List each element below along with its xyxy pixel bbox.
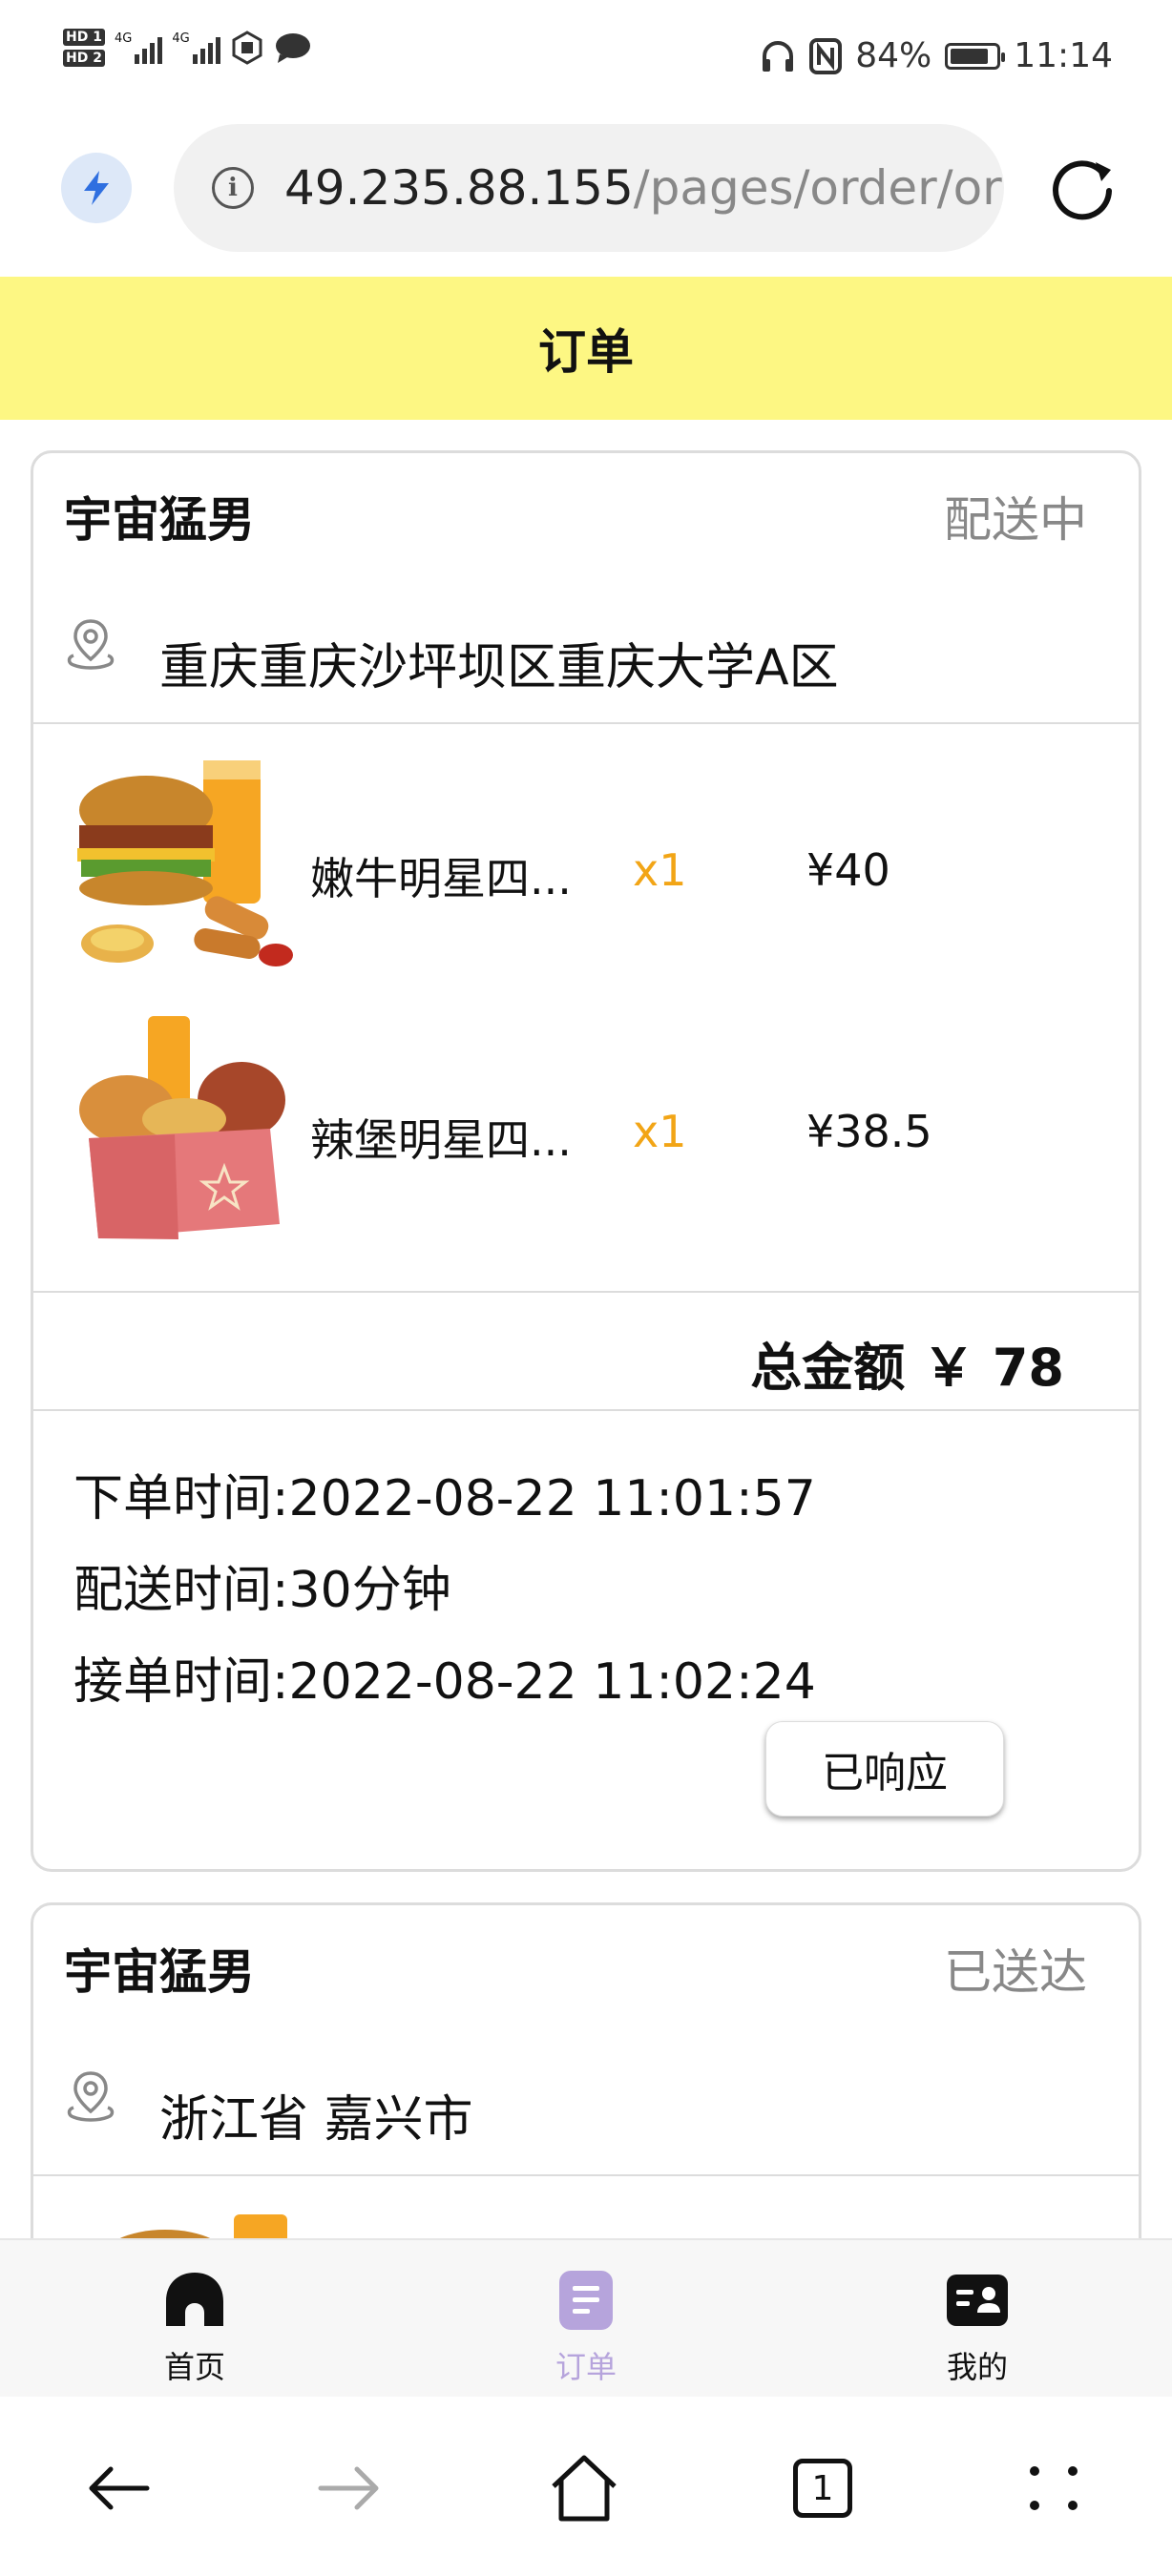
order-status: 配送中 (944, 492, 1087, 548)
order-item: 辣堡明星四... x1 ¥38.5 (33, 986, 1139, 1247)
tab-profile[interactable]: 我的 (901, 2265, 1054, 2387)
tabs-count-icon[interactable]: 1 (785, 2450, 861, 2526)
tab-profile-label: 我的 (946, 2349, 1008, 2385)
location-pin-icon (67, 2071, 115, 2122)
hand-badge-icon (232, 31, 262, 65)
signal-icon: 4G (115, 31, 163, 64)
item-name: 嫩牛明星四... (310, 853, 572, 904)
profile-card-icon (947, 2275, 1008, 2326)
status-bar: HD 1 HD 2 4G 4G 84% 11:14 (0, 0, 1172, 114)
order-total-row: 总金额 ￥ 78 (33, 1293, 1139, 1411)
burger-meal-image (77, 760, 293, 966)
url-host: 49.235.88.155 (284, 160, 634, 216)
tab-home-label: 首页 (163, 2349, 225, 2385)
order-time: 下单时间:2022-08-22 11:01:57 (73, 1470, 816, 1527)
order-list-icon (559, 2271, 613, 2330)
order-user-name: 宇宙猛男 (64, 492, 255, 548)
order-meta: 下单时间:2022-08-22 11:01:57 配送时间:30分钟 接单时间:… (33, 1411, 1139, 1728)
signal-icon-2: 4G (172, 31, 220, 64)
item-qty: x1 (633, 1106, 687, 1157)
accept-time: 接单时间:2022-08-22 11:02:24 (73, 1653, 816, 1711)
order-address-row: 浙江省 嘉兴市 (33, 2031, 1139, 2176)
order-address: 重庆重庆沙坪坝区重庆大学A区 (159, 639, 839, 696)
reload-icon[interactable] (1048, 153, 1117, 221)
info-icon[interactable]: i (212, 167, 254, 209)
item-qty: x1 (633, 844, 687, 896)
order-user-name: 宇宙猛男 (64, 1944, 255, 2000)
lightning-bolt-icon[interactable] (61, 153, 132, 223)
home-nav-icon[interactable] (546, 2450, 622, 2526)
status-bar-left: HD 1 HD 2 4G 4G (63, 27, 312, 69)
order-address: 浙江省 嘉兴市 (159, 2091, 473, 2149)
bottom-tab-bar: 首页 订单 我的 (0, 2238, 1172, 2397)
responded-button[interactable]: 已响应 (765, 1721, 1004, 1817)
delivery-time: 配送时间:30分钟 (73, 1562, 451, 1619)
browser-nav-bar: 1 (0, 2397, 1172, 2576)
url-text[interactable]: 49.235.88.155/pages/order/or (284, 160, 1002, 216)
tab-home[interactable]: 首页 (118, 2265, 271, 2387)
battery-percent: 84% (855, 36, 932, 75)
item-price: ¥38.5 (806, 1106, 932, 1157)
order-card-header: 宇宙猛男 配送中 (33, 453, 1139, 579)
item-name: 辣堡明星四... (310, 1114, 572, 1166)
order-status: 已送达 (944, 1944, 1087, 2000)
home-icon (166, 2273, 223, 2326)
status-bar-right: 84% 11:14 (760, 36, 1113, 75)
hd-icon: HD 1 HD 2 (63, 27, 105, 69)
clock: 11:14 (1014, 36, 1113, 75)
message-bubble-icon (275, 33, 310, 63)
url-bar[interactable]: i 49.235.88.155/pages/order/or (174, 124, 1004, 252)
headphones-icon (763, 40, 794, 72)
url-path: /pages/order/or (633, 160, 1002, 216)
nfc-icon (809, 37, 843, 74)
more-menu-icon[interactable] (1015, 2450, 1092, 2526)
forward-arrow-icon[interactable] (311, 2450, 387, 2526)
back-arrow-icon[interactable] (80, 2450, 157, 2526)
tabs-count: 1 (793, 2459, 852, 2518)
chicken-box-meal-image (79, 1016, 285, 1239)
battery-icon (945, 42, 1006, 70)
location-pin-icon (67, 619, 115, 670)
page-title: 订单 (0, 277, 1172, 420)
order-address-row: 重庆重庆沙坪坝区重庆大学A区 (33, 579, 1139, 724)
order-card-header: 宇宙猛男 已送达 (33, 1905, 1139, 2031)
order-items: 嫩牛明星四... x1 ¥40 辣堡明星四... x1 ¥38.5 (33, 724, 1139, 1293)
tab-orders-label: 订单 (555, 2349, 617, 2385)
order-card: 宇宙猛男 配送中 重庆重庆沙坪坝区重庆大学A区 嫩牛明星四... x1 ¥40 … (31, 450, 1141, 1872)
order-item: 嫩牛明星四... x1 ¥40 (33, 724, 1139, 986)
item-price: ¥40 (806, 844, 890, 896)
order-total: 总金额 ￥ 78 (750, 1338, 1064, 1398)
tab-orders[interactable]: 订单 (510, 2265, 662, 2387)
